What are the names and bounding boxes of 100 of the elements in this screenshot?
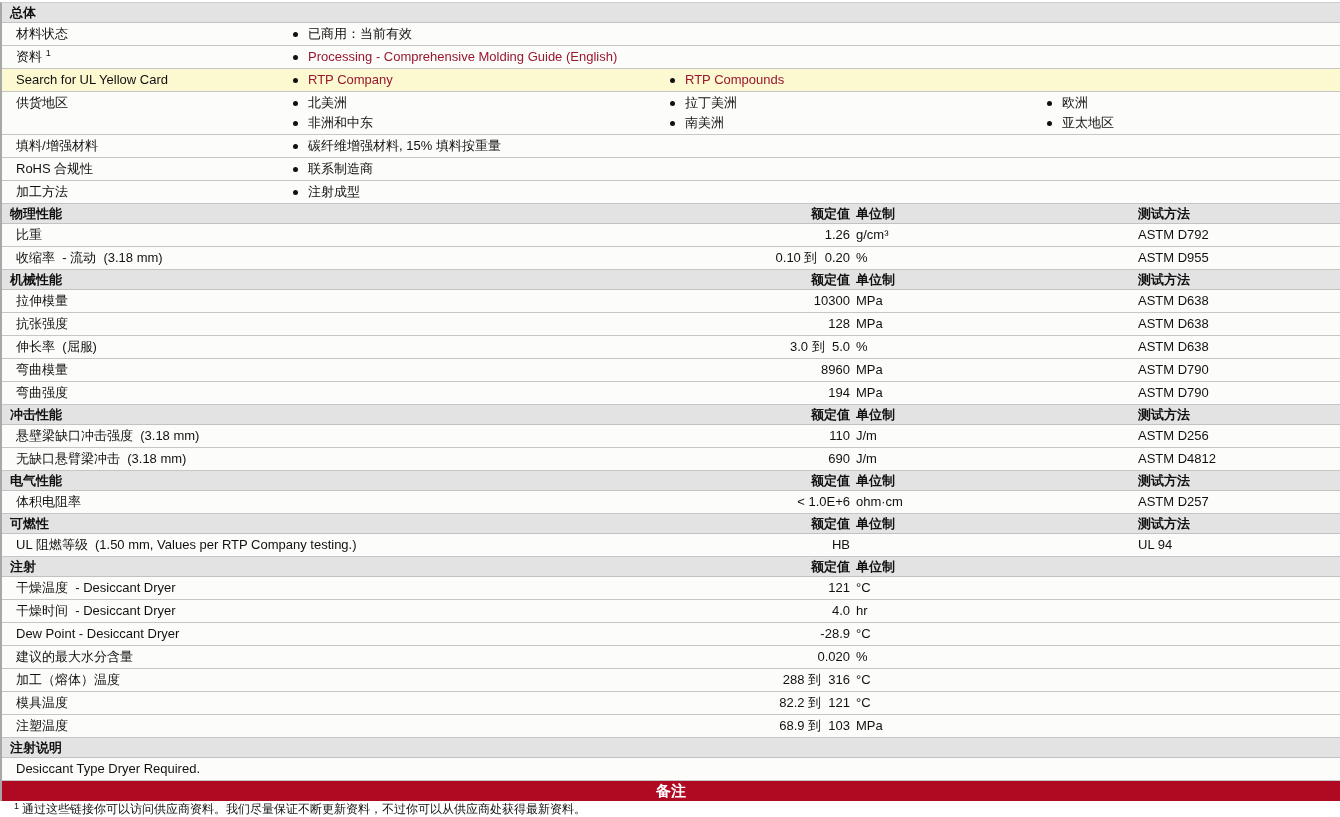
- property-name: 模具温度: [15, 695, 68, 711]
- column-header: 单位制: [855, 472, 895, 489]
- bullet-icon: [293, 143, 298, 149]
- column-header: 单位制: [855, 406, 895, 423]
- property-value: 0.020: [817, 649, 851, 665]
- column-header: 单位制: [855, 271, 895, 288]
- property-name: 资料 $^{1}$: [15, 47, 51, 65]
- property-value: 82.2 到 121: [779, 695, 851, 711]
- property-name: 伸长率 (屈服): [15, 339, 97, 355]
- property-name: 材料状态: [15, 25, 68, 42]
- property-unit: %: [855, 649, 868, 665]
- property-name: Search for UL Yellow Card: [15, 71, 168, 88]
- section-title: 总体: [8, 4, 36, 21]
- property-value: 4.0: [831, 603, 851, 619]
- bullet-icon: [293, 166, 298, 172]
- item-text: 拉丁美洲: [685, 95, 737, 111]
- column-header: 测试方法: [1137, 472, 1190, 489]
- section-title: 冲击性能: [9, 406, 62, 423]
- column-header: 额定值: [811, 205, 851, 222]
- property-unit: hr: [855, 603, 868, 619]
- property-value: 288 到 316: [782, 672, 851, 688]
- property-value: 121: [828, 580, 851, 596]
- section-title: 注射说明: [9, 739, 62, 756]
- footnote: $^{1}$ 通过这些链接你可以访问供应商资料。我们尽量保证不断更新资料，不过你可以从供应商处获得最新资料。: [13, 801, 587, 816]
- property-unit: MPa: [855, 362, 883, 378]
- property-value: -28.9: [820, 626, 851, 642]
- property-name: 弯曲模量: [15, 362, 68, 378]
- property-name: 悬壁梁缺口冲击强度 (3.18 mm): [15, 428, 200, 444]
- property-name: Dew Point - Desiccant Dryer: [15, 626, 180, 642]
- link[interactable]: Processing - Comprehensive Molding Guide (English): [308, 49, 618, 65]
- test-method: ASTM D638: [1137, 293, 1209, 309]
- column-header: 测试方法: [1137, 515, 1190, 532]
- property-unit: J/m: [855, 451, 877, 467]
- property-unit: °C: [855, 580, 871, 596]
- property-value: 1.26: [824, 227, 851, 243]
- link[interactable]: RTP Company: [308, 72, 393, 88]
- column-header: 额定值: [811, 472, 851, 489]
- section-title: 物理性能: [9, 205, 62, 222]
- column-header: 单位制: [855, 558, 895, 575]
- property-name: UL 阻燃等级 (1.50 mm, Values per RTP Company testing.): [15, 537, 357, 553]
- property-name: 体积电阻率: [15, 494, 81, 510]
- property-name: 加工方法: [15, 183, 68, 200]
- section-title: 可燃性: [9, 515, 49, 532]
- property-name: 弯曲强度: [15, 385, 68, 401]
- property-name: 干燥温度 - Desiccant Dryer: [15, 580, 176, 596]
- bullet-icon: [293, 31, 298, 37]
- column-header: 测试方法: [1137, 271, 1190, 288]
- test-method: ASTM D792: [1137, 227, 1209, 243]
- property-unit: °C: [855, 695, 871, 711]
- property-name: 注塑温度: [15, 718, 68, 734]
- property-value: 68.9 到 103: [779, 718, 851, 734]
- test-method: UL 94: [1137, 537, 1173, 553]
- property-value: < 1.0E+6: [797, 494, 851, 510]
- property-name: 加工（熔体）温度: [15, 672, 120, 688]
- bullet-icon: [1047, 100, 1052, 106]
- property-value: 110: [829, 428, 851, 444]
- property-name: 抗张强度: [15, 316, 68, 332]
- property-name: 填料/增强材料: [15, 137, 98, 154]
- bullet-icon: [293, 120, 298, 126]
- property-unit: %: [855, 339, 868, 355]
- property-value: 128: [828, 316, 851, 332]
- item-text: 联系制造商: [308, 161, 373, 177]
- property-unit: J/m: [855, 428, 877, 444]
- bullet-icon: [293, 100, 298, 106]
- bullet-icon: [670, 100, 675, 106]
- item-text: 南美洲: [685, 115, 724, 131]
- column-header: 额定值: [811, 515, 851, 532]
- bullet-icon: [293, 54, 298, 60]
- column-header: 单位制: [855, 205, 895, 222]
- item-text: 碳纤维增强材料, 15% 填料按重量: [308, 138, 501, 154]
- property-name: RoHS 合规性: [15, 160, 94, 177]
- item-text: 注射成型: [308, 184, 360, 200]
- property-value: 3.0 到 5.0: [790, 339, 851, 355]
- item-text: 北美洲: [308, 95, 347, 111]
- property-name: 建议的最大水分含量: [15, 649, 133, 665]
- column-header: 单位制: [855, 515, 895, 532]
- property-unit: %: [855, 250, 868, 266]
- link[interactable]: RTP Compounds: [685, 72, 785, 88]
- property-unit: g/cm³: [855, 227, 889, 243]
- test-method: ASTM D955: [1137, 250, 1209, 266]
- test-method: ASTM D4812: [1137, 451, 1217, 467]
- test-method: ASTM D790: [1137, 362, 1209, 378]
- property-unit: MPa: [855, 293, 883, 309]
- remarks-title: 备注: [656, 782, 686, 800]
- bullet-icon: [293, 77, 298, 83]
- property-value: 690: [828, 451, 851, 467]
- section-title: 电气性能: [9, 472, 62, 489]
- property-value: 194: [828, 385, 851, 401]
- bullet-icon: [293, 189, 298, 195]
- property-unit: ohm·cm: [855, 494, 903, 510]
- column-header: 额定值: [811, 558, 851, 575]
- test-method: ASTM D256: [1137, 428, 1209, 444]
- property-name: 拉伸模量: [15, 293, 68, 309]
- item-text: 亚太地区: [1062, 115, 1114, 131]
- item-text: 欧洲: [1062, 95, 1088, 111]
- property-name: 收缩率 - 流动 (3.18 mm): [15, 250, 163, 266]
- bullet-icon: [670, 120, 675, 126]
- column-header: 测试方法: [1137, 406, 1190, 423]
- bullet-icon: [670, 77, 675, 83]
- section-title: 机械性能: [8, 271, 62, 288]
